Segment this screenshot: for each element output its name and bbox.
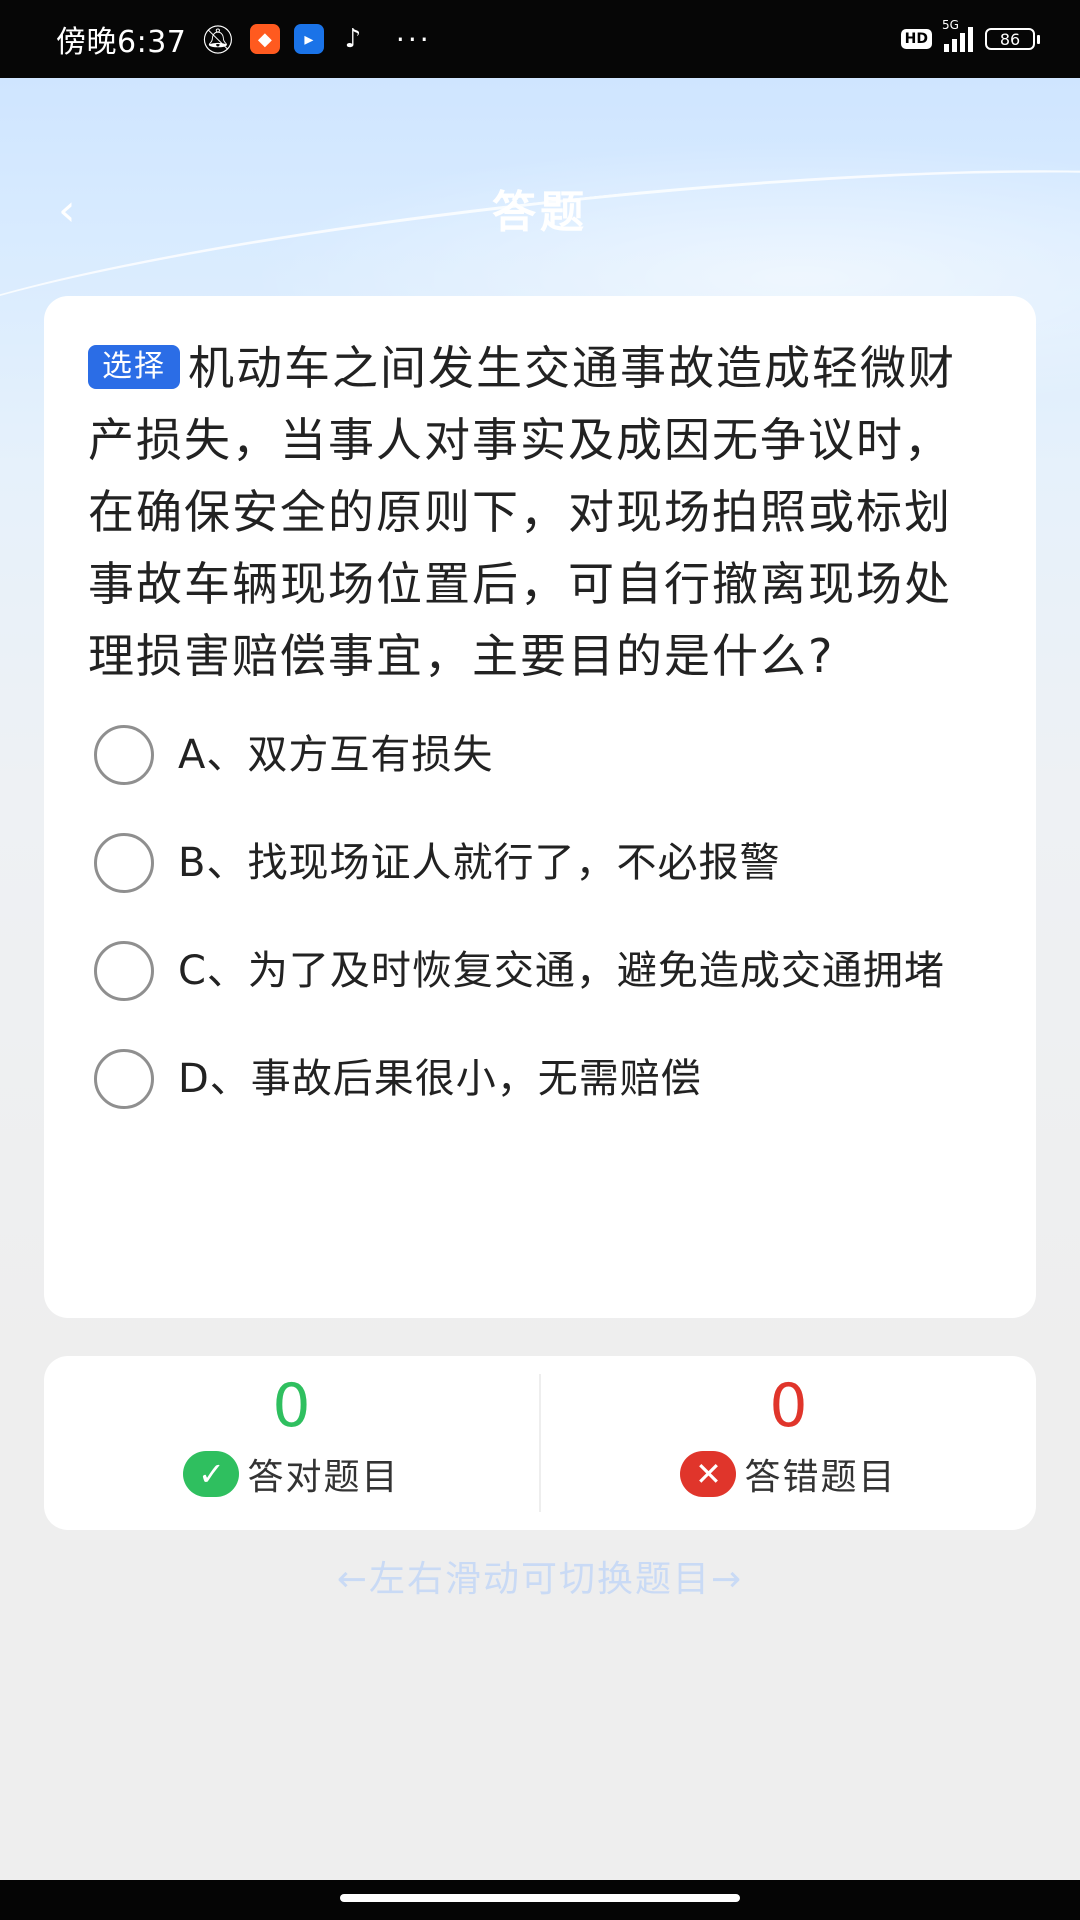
gesture-nav-bar	[0, 1880, 1080, 1920]
score-card: 0 ✓ 答对题目 0 ✕ 答错题目	[44, 1356, 1036, 1530]
cross-icon: ✕	[680, 1451, 737, 1497]
status-right: HD 5G 86	[900, 18, 1040, 52]
options-list: A、双方互有损失 B、找现场证人就行了，不必报警 C、为了及时恢复交通，避免造成…	[88, 720, 988, 1114]
hd-badge: HD	[900, 29, 932, 49]
radio-icon[interactable]	[94, 1049, 154, 1109]
option-c[interactable]: C、为了及时恢复交通，避免造成交通拥堵	[88, 936, 988, 1006]
option-label: B、找现场证人就行了，不必报警	[178, 840, 781, 886]
network-type: 5G	[942, 18, 959, 32]
signal-icon: 5G	[942, 18, 973, 52]
option-d[interactable]: D、事故后果很小，无需赔偿	[88, 1044, 988, 1114]
mute-icon: 🔕︎	[200, 22, 236, 56]
question-text: 机动车之间发生交通事故造成轻微财产损失，当事人对事实及成因无争议时，在确保安全的…	[88, 341, 956, 683]
status-left: 傍晚6:37 🔕︎ ◆ ▸ ♪ ···	[56, 17, 432, 61]
option-label: D、事故后果很小，无需赔偿	[178, 1056, 702, 1102]
correct-score[interactable]: 0 ✓ 答对题目	[44, 1356, 539, 1530]
correct-count: 0	[272, 1371, 311, 1441]
status-bar: 傍晚6:37 🔕︎ ◆ ▸ ♪ ··· HD 5G 86	[0, 0, 1080, 78]
check-icon: ✓	[183, 1451, 240, 1497]
correct-label: 答对题目	[247, 1457, 400, 1498]
battery-icon: 86	[985, 28, 1040, 50]
wrong-label-row: ✕ 答错题目	[680, 1448, 896, 1500]
app-blue-icon: ▸	[293, 24, 324, 54]
radio-icon[interactable]	[94, 941, 154, 1001]
question-text-block: 选择 机动车之间发生交通事故造成轻微财产损失，当事人对事实及成因无争议时，在确保安…	[88, 332, 988, 692]
option-label: A、双方互有损失	[178, 732, 494, 778]
question-type-badge: 选择	[88, 345, 180, 389]
status-time: 傍晚6:37	[56, 25, 187, 60]
swipe-hint: ←左右滑动可切换题目→	[336, 1559, 744, 1600]
wrong-count: 0	[769, 1371, 808, 1441]
option-b[interactable]: B、找现场证人就行了，不必报警	[88, 828, 988, 898]
tiktok-icon: ♪	[344, 24, 362, 54]
wrong-label: 答错题目	[744, 1457, 897, 1498]
option-a[interactable]: A、双方互有损失	[88, 720, 988, 790]
radio-icon[interactable]	[94, 833, 154, 893]
wrong-score[interactable]: 0 ✕ 答错题目	[541, 1356, 1036, 1530]
home-indicator[interactable]	[340, 1894, 740, 1902]
option-label: C、为了及时恢复交通，避免造成交通拥堵	[178, 948, 945, 994]
page-title: 答题	[492, 187, 588, 238]
app-orange-icon: ◆	[249, 24, 280, 54]
question-card: 选择 机动车之间发生交通事故造成轻微财产损失，当事人对事实及成因无争议时，在确保安…	[44, 296, 1036, 1318]
battery-level: 86	[985, 28, 1035, 50]
correct-label-row: ✓ 答对题目	[183, 1448, 399, 1500]
more-notifications-icon: ···	[395, 22, 432, 56]
radio-icon[interactable]	[94, 725, 154, 785]
